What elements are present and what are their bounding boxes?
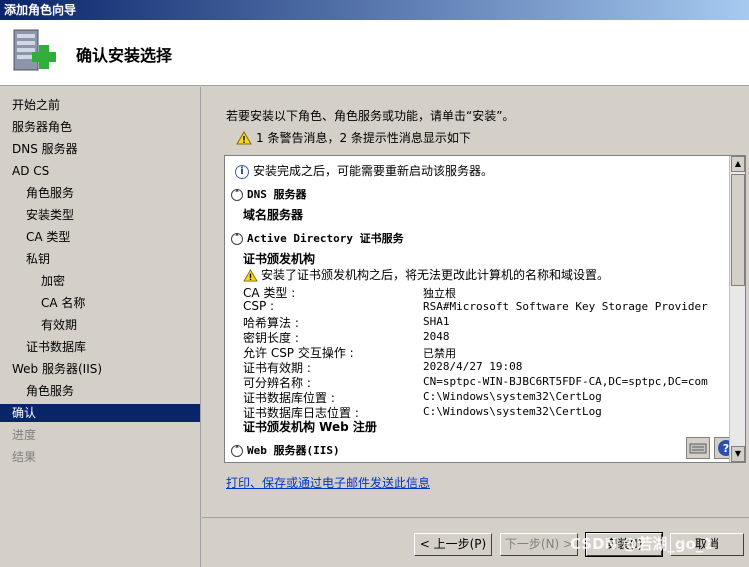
wizard-step-label: 开始之前: [12, 98, 61, 112]
wizard-step-label: Web 服务器(IIS): [12, 362, 103, 376]
wizard-step-label: 角色服务: [26, 384, 75, 398]
adcs-warning-text: 安装了证书颁发机构之后，将无法更改此计算机的名称和域设置。: [261, 268, 610, 282]
wizard-step-label: 加密: [41, 274, 66, 288]
info-message: 安装完成之后，可能需要重新启动该服务器。: [253, 164, 494, 178]
scroll-down-icon[interactable]: ▼: [731, 446, 745, 462]
property-value: 已禁用: [423, 347, 456, 360]
wizard-step-label: 有效期: [41, 318, 78, 332]
page-title: 确认安装选择: [76, 46, 173, 65]
next-button[interactable]: 下一步(N) >: [500, 533, 578, 556]
wizard-step[interactable]: 进度: [0, 426, 200, 444]
iis-section-title: Web 服务器(IIS): [247, 444, 340, 457]
web-enroll-item: 证书颁发机构 Web 注册: [243, 420, 377, 434]
print-save-email-link[interactable]: 打印、保存或通过电子邮件发送此信息: [226, 474, 430, 491]
wizard-step-label: CA 名称: [41, 296, 86, 310]
iis-section-header[interactable]: ˄ Web 服务器(IIS): [231, 442, 340, 458]
wizard-step-label: DNS 服务器: [12, 142, 78, 156]
wizard-step-label: 安装类型: [26, 208, 75, 222]
wizard-step[interactable]: CA 名称: [0, 294, 200, 312]
collapse-icon[interactable]: ˄: [231, 188, 243, 201]
wizard-step[interactable]: CA 类型: [0, 228, 200, 246]
property-value: 2028/4/27 19:08: [423, 360, 523, 373]
wizard-step-label: 结果: [12, 450, 37, 464]
wizard-step[interactable]: 私钥: [0, 250, 200, 268]
wizard-step-label: 服务器角色: [12, 120, 73, 134]
property-value: SHA1: [423, 315, 450, 328]
scroll-thumb[interactable]: [731, 174, 745, 286]
wizard-step-label: 角色服务: [26, 186, 75, 200]
wizard-step-label: 私钥: [26, 252, 51, 266]
adcs-section-header[interactable]: ˄ Active Directory 证书服务: [231, 230, 404, 246]
wizard-step[interactable]: DNS 服务器: [0, 140, 200, 158]
install-button[interactable]: 安装(I): [585, 532, 663, 557]
wizard-step[interactable]: 证书数据库: [0, 338, 200, 356]
info-icon: i: [235, 164, 249, 179]
wizard-step-label: 进度: [12, 428, 37, 442]
property-value: 独立根: [423, 287, 456, 300]
wizard-header: 确认安装选择: [0, 20, 749, 86]
wizard-step-label: AD CS: [12, 164, 50, 178]
keyboard-button[interactable]: [686, 437, 710, 459]
wizard-step-label: 证书数据库: [26, 340, 87, 354]
wizard-step-label: CA 类型: [26, 230, 71, 244]
confirmation-panel[interactable]: i 安装完成之后，可能需要重新启动该服务器。 ˄ DNS 服务器 域名服务器 ˄ Ac…: [224, 155, 746, 463]
window-titlebar: 添加角色向导: [0, 0, 749, 20]
wizard-step[interactable]: 确认: [0, 404, 200, 422]
server-add-icon: [13, 29, 56, 71]
warning-icon: [243, 269, 258, 282]
wizard-step[interactable]: 角色服务: [0, 382, 200, 400]
property-value: CN=sptpc-WIN-BJBC6RT5FDF-CA,DC=sptpc,DC=…: [423, 375, 708, 388]
wizard-step-list: 开始之前 服务器角色 DNS 服务器 AD CS 角色服务 安装类型 CA 类型 私钥 加密 CA…: [0, 87, 201, 567]
scroll-up-icon[interactable]: ▲: [731, 156, 745, 172]
wizard-step[interactable]: AD CS: [0, 162, 200, 180]
property-value: 2048: [423, 330, 450, 343]
adcs-subtitle: 证书颁发机构: [243, 252, 316, 266]
warning-summary: 1 条警告消息，2 条提示性消息显示如下: [236, 129, 471, 146]
property-value: C:\Windows\system32\CertLog: [423, 390, 602, 403]
warning-icon: [236, 130, 252, 144]
wizard-step[interactable]: 服务器角色: [0, 118, 200, 136]
vertical-scrollbar[interactable]: ▲ ▼: [729, 156, 745, 462]
collapse-icon[interactable]: ˄: [231, 444, 243, 457]
keyboard-icon: [689, 443, 707, 454]
wizard-step[interactable]: 结果: [0, 448, 200, 466]
dns-section-header[interactable]: ˄ DNS 服务器: [231, 186, 307, 202]
property-value: C:\Windows\system32\CertLog: [423, 405, 602, 418]
adcs-warning-row: 安装了证书颁发机构之后，将无法更改此计算机的名称和域设置。: [243, 266, 609, 283]
wizard-step[interactable]: 开始之前: [0, 96, 200, 114]
property-value: RSA#Microsoft Software Key Storage Provi…: [423, 300, 708, 313]
previous-button[interactable]: < 上一步(P): [414, 533, 492, 556]
dns-section-title: DNS 服务器: [247, 188, 307, 201]
intro-text: 若要安装以下角色、角色服务或功能，请单击“安装”。: [226, 109, 515, 123]
wizard-step-label: 确认: [12, 406, 37, 420]
collapse-icon[interactable]: ˄: [231, 232, 243, 245]
wizard-step[interactable]: Web 服务器(IIS): [0, 360, 200, 378]
adcs-section-title: Active Directory 证书服务: [247, 232, 404, 245]
property-label: CSP :: [243, 299, 275, 313]
wizard-step[interactable]: 角色服务: [0, 184, 200, 202]
dns-role-item: 域名服务器: [243, 208, 304, 222]
cancel-button[interactable]: 取消: [670, 533, 744, 556]
info-row: i 安装完成之后，可能需要重新启动该服务器。: [235, 162, 493, 179]
wizard-step[interactable]: 加密: [0, 272, 200, 290]
warning-summary-text: 1 条警告消息，2 条提示性消息显示如下: [256, 131, 471, 145]
wizard-step[interactable]: 安装类型: [0, 206, 200, 224]
wizard-step[interactable]: 有效期: [0, 316, 200, 334]
wizard-footer: < 上一步(P) 下一步(N) > 安装(I) 取消: [202, 517, 749, 567]
window-title: 添加角色向导: [4, 3, 77, 17]
